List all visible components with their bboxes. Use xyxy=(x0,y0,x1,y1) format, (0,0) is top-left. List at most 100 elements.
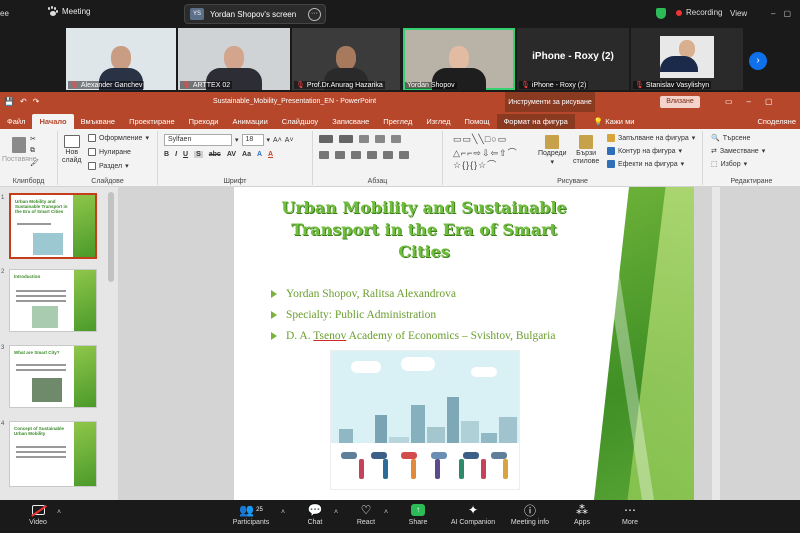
font-size-combobox[interactable]: 18 xyxy=(241,134,264,146)
text-direction-icon[interactable] xyxy=(399,151,409,159)
participant-tile-active-speaker[interactable]: Yordan Shopov xyxy=(403,28,515,90)
bullet-authors[interactable]: Yordan Shopov, Ralitsa Alexandrova xyxy=(271,288,456,300)
tab-review[interactable]: Преглед xyxy=(376,114,419,129)
shared-screen-pill[interactable]: YS Yordan Shopov's screen ··· xyxy=(184,4,326,24)
line-spacing-icon[interactable] xyxy=(391,135,401,143)
react-caret-icon[interactable]: ˄ xyxy=(384,509,388,516)
share-button[interactable]: Споделяне xyxy=(750,114,800,129)
participant-tile[interactable]: iPhone - Roxy (2) 🎙 iPhone - Roxy (2) xyxy=(517,28,629,90)
ppt-window-controls[interactable]: ▭–▢ xyxy=(725,97,787,106)
font-name-combobox[interactable]: Sylfaen xyxy=(164,134,232,146)
slide-thumbnail-4[interactable]: Concept of Sustainable Urban Mobility xyxy=(9,421,97,487)
grow-font-icon[interactable]: A˄ xyxy=(273,137,282,144)
tab-record[interactable]: Записване xyxy=(325,114,376,129)
more-options-icon[interactable]: ··· xyxy=(308,8,321,21)
thumbnails-scrollbar[interactable] xyxy=(108,192,114,282)
format-painter-icon[interactable]: 🖌 xyxy=(30,159,39,167)
recording-indicator[interactable]: Recording xyxy=(676,8,722,17)
tab-slideshow[interactable]: Слайдшоу xyxy=(275,114,325,129)
tab-shape-format[interactable]: Формат на фигура xyxy=(496,114,575,129)
case-icon[interactable]: Aa xyxy=(242,151,251,158)
thumbnail-image xyxy=(32,378,62,402)
more-button[interactable]: ⋯ More xyxy=(616,503,644,526)
tab-transitions[interactable]: Преходи xyxy=(182,114,226,129)
signin-button[interactable]: Влизане xyxy=(660,96,700,108)
numbering-icon[interactable] xyxy=(339,135,353,143)
apps-button[interactable]: ⁂ Apps xyxy=(568,503,596,526)
effects-icon xyxy=(607,160,615,168)
tab-view[interactable]: Изглед xyxy=(419,114,457,129)
italic-icon[interactable]: I xyxy=(175,151,177,158)
smart-city-illustration[interactable] xyxy=(330,350,520,490)
chat-caret-icon[interactable]: ˄ xyxy=(334,509,338,516)
clear-format-icon[interactable]: A xyxy=(257,151,262,158)
columns-icon[interactable] xyxy=(383,151,393,159)
participants-button[interactable]: 👥 25 Participants xyxy=(228,503,274,526)
participants-caret-icon[interactable]: ˄ xyxy=(281,509,285,516)
thumbnail-number: 2 xyxy=(1,269,5,275)
participant-tile[interactable]: 🎙 Stanislav Vasylishyn xyxy=(631,28,743,90)
shape-fill-button[interactable]: Запълване на фигура ▾ xyxy=(607,134,695,142)
tab-insert[interactable]: Вмъкване xyxy=(74,114,122,129)
bullet-academy[interactable]: D. A. Tsenov Academy of Economics – Svis… xyxy=(271,330,555,342)
font-color-icon[interactable]: A xyxy=(268,151,273,158)
tab-file[interactable]: Файл xyxy=(0,114,32,129)
tab-design[interactable]: Проектиране xyxy=(122,114,182,129)
participant-tile[interactable]: 🎙 ARTTEX 02 xyxy=(178,28,290,90)
next-page-arrow-icon[interactable]: › xyxy=(749,52,767,70)
bullet-specialty[interactable]: Specialty: Public Administration xyxy=(271,309,436,321)
layout-button[interactable]: Оформление ▾ xyxy=(88,134,149,142)
decrease-indent-icon[interactable] xyxy=(359,135,369,143)
shapes-gallery-row3[interactable]: ☆{}{}☆⌒ xyxy=(453,158,497,171)
align-right-icon[interactable] xyxy=(351,151,361,159)
video-options-caret-icon[interactable]: ˄ xyxy=(57,509,61,516)
tab-help[interactable]: Помощ xyxy=(458,114,497,129)
justify-icon[interactable] xyxy=(367,151,377,159)
chat-button[interactable]: 💬 Chat xyxy=(300,503,330,526)
quick-access-toolbar[interactable]: 💾↶↷ xyxy=(4,97,45,106)
current-slide[interactable]: Urban Mobility and Sustainable Transport… xyxy=(234,187,694,500)
slide-thumbnail-3[interactable]: What are Smart City? xyxy=(9,345,97,408)
strikethrough-icon[interactable]: abc xyxy=(209,151,221,158)
find-button[interactable]: 🔍 Търсене xyxy=(711,134,750,143)
shadow-icon[interactable]: S xyxy=(194,151,203,158)
video-button[interactable]: Video xyxy=(22,503,54,526)
slide-title[interactable]: Urban Mobility and Sustainable Transport… xyxy=(264,197,584,263)
quick-styles-button[interactable]: Бързи стилове xyxy=(573,135,599,165)
shrink-font-icon[interactable]: A˅ xyxy=(285,137,294,144)
underline-icon[interactable]: U xyxy=(183,151,188,158)
bold-icon[interactable]: B xyxy=(164,151,169,158)
reset-button[interactable]: Нулиране xyxy=(88,148,131,156)
security-shield-icon[interactable] xyxy=(656,8,666,19)
increase-indent-icon[interactable] xyxy=(375,135,385,143)
shapes-gallery[interactable]: ▭▭╲╲□○▭ xyxy=(453,134,507,145)
align-left-icon[interactable] xyxy=(319,151,329,159)
meeting-menu[interactable]: Meeting xyxy=(47,6,90,17)
meeting-info-button[interactable]: ⓘ Meeting info xyxy=(508,503,552,527)
copy-icon[interactable]: ⧉ xyxy=(30,147,35,155)
view-button[interactable]: View xyxy=(730,9,747,18)
tab-home[interactable]: Начало xyxy=(32,114,74,129)
align-center-icon[interactable] xyxy=(335,151,345,159)
bullets-icon[interactable] xyxy=(319,135,333,143)
participant-tile[interactable]: 🎙 Prof.Dr.Anurag Hazarika xyxy=(292,28,400,90)
tab-animations[interactable]: Анимации xyxy=(225,114,274,129)
participant-tile[interactable]: 🎙 Alexander Ganchev xyxy=(66,28,176,90)
arrange-button[interactable]: Подреди ▾ xyxy=(538,135,566,166)
select-button[interactable]: ⬚ Избор ▾ xyxy=(711,160,747,169)
react-button[interactable]: ♡ React xyxy=(351,503,381,526)
replace-button[interactable]: ⇄ Заместване ▾ xyxy=(711,147,765,156)
shape-effects-button[interactable]: Ефекти на фигура ▾ xyxy=(607,160,684,168)
cut-icon[interactable]: ✂ xyxy=(30,135,36,143)
slide-thumbnail-2[interactable]: Introduction xyxy=(9,269,97,332)
tell-me-search[interactable]: 💡 Кажи ми xyxy=(587,114,642,129)
new-slide-button[interactable]: Нов слайд xyxy=(62,135,81,164)
window-controls[interactable]: –▢ xyxy=(771,9,799,18)
spacing-icon[interactable]: AV xyxy=(227,151,236,158)
section-button[interactable]: Раздел ▾ xyxy=(88,162,129,170)
slide-thumbnail-1[interactable]: Urban Mobility and Sustainable Transport… xyxy=(9,193,97,259)
ai-companion-button[interactable]: ✦ AI Companion xyxy=(447,503,499,526)
shape-outline-button[interactable]: Контур на фигура ▾ xyxy=(607,147,682,155)
slide-scrollbar[interactable] xyxy=(712,187,720,500)
share-screen-button[interactable]: ↑ Share xyxy=(403,503,433,526)
